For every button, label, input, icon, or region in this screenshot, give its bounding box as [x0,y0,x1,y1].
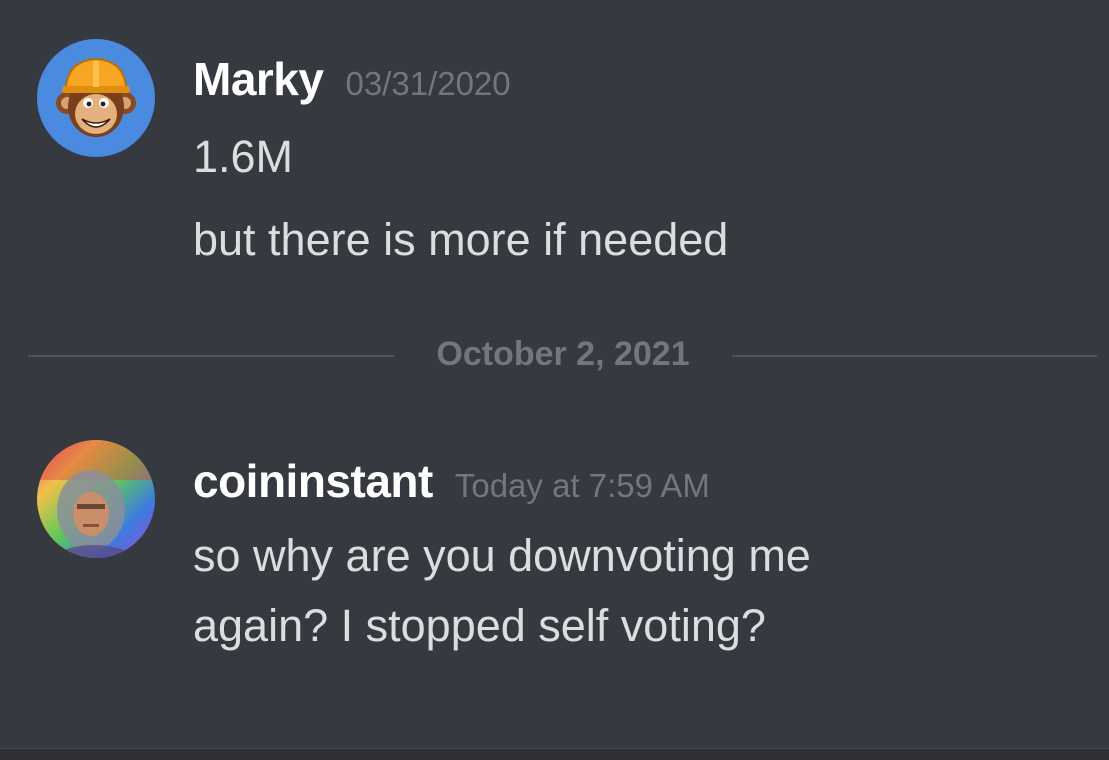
monkey-hardhat-icon [37,39,155,157]
person-rainbow-icon [37,440,155,558]
bottom-bar [0,748,1109,760]
avatar[interactable] [37,440,155,558]
message-text: again? I stopped self voting? [193,600,766,651]
divider-line [28,355,394,357]
message-header: coininstant Today at 7:59 AM [193,454,710,508]
message-text: so why are you downvoting me [193,530,811,581]
divider-line [732,355,1097,357]
username[interactable]: Marky [193,53,324,105]
message-group-marky: Marky 03/31/2020 1.6M but there is more i… [0,0,1109,300]
message-text: but there is more if needed [193,214,729,265]
timestamp: Today at 7:59 AM [454,467,710,504]
message-group-coininstant: coininstant Today at 7:59 AM so why are y… [0,420,1109,740]
avatar[interactable] [37,39,155,157]
message-text: 1.6M [193,131,294,182]
divider-date: October 2, 2021 [436,335,690,373]
message-header: Marky 03/31/2020 [193,52,511,106]
timestamp: 03/31/2020 [345,65,511,102]
username[interactable]: coininstant [193,455,433,507]
date-divider: October 2, 2021 [28,335,1097,373]
